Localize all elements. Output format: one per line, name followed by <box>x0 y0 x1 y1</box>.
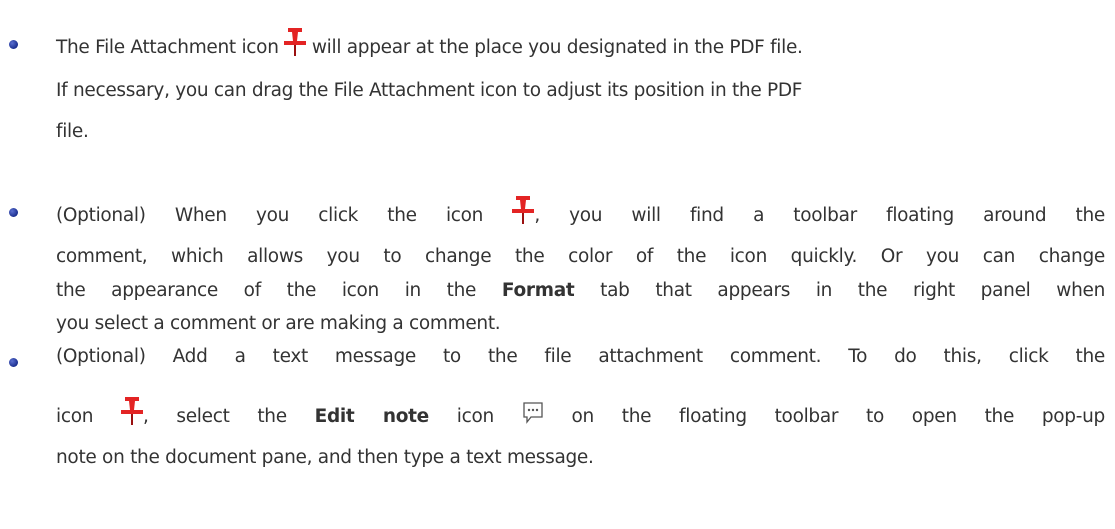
list-item-line: note on the document pane, and then type… <box>56 447 594 468</box>
list-item-line: you select a comment or are making a com… <box>56 313 501 334</box>
list-item-line: (Optional) Add a text message to the fil… <box>56 346 1105 367</box>
list-item-line: If necessary, you can drag the File Atta… <box>56 80 803 101</box>
list-item-line: (Optional) When you click the icon , you… <box>56 196 1105 229</box>
text-segment: icon <box>456 406 494 427</box>
bullet-marker <box>9 40 18 49</box>
text-segment: on the floating toolbar to open the pop-… <box>571 406 1106 427</box>
text-segment: , you will find a toolbar floating aroun… <box>534 205 1105 226</box>
text-segment: tab that appears in the right panel when <box>600 280 1105 301</box>
document-page: The File Attachment icon will appear at … <box>0 0 1115 529</box>
text-segment: , select the <box>142 406 287 427</box>
bullet-marker <box>9 358 18 367</box>
pushpin-icon <box>284 28 307 61</box>
edit-note-name: Edit note <box>314 406 430 427</box>
list-item-line: comment, which allows you to change the … <box>56 246 1105 267</box>
comment-bubble-icon <box>522 401 544 430</box>
list-item-line: The File Attachment icon will appear at … <box>56 28 803 61</box>
list-item-line: the appearance of the icon in the Format… <box>56 280 1105 301</box>
bullet-marker <box>9 208 18 217</box>
text-segment: (Optional) When you click the icon <box>56 205 484 226</box>
pushpin-icon <box>120 397 143 430</box>
text-segment: will appear at the place you designated … <box>311 37 803 58</box>
text-segment: the appearance of the icon in the <box>56 280 477 301</box>
format-tab-name: Format <box>501 280 575 301</box>
list-item-line: file. <box>56 121 89 142</box>
text-segment: icon <box>56 406 94 427</box>
list-item-line: icon , select the Edit note icon on the … <box>56 397 1105 430</box>
text-segment: The File Attachment icon <box>56 37 279 58</box>
pushpin-icon <box>512 196 535 229</box>
